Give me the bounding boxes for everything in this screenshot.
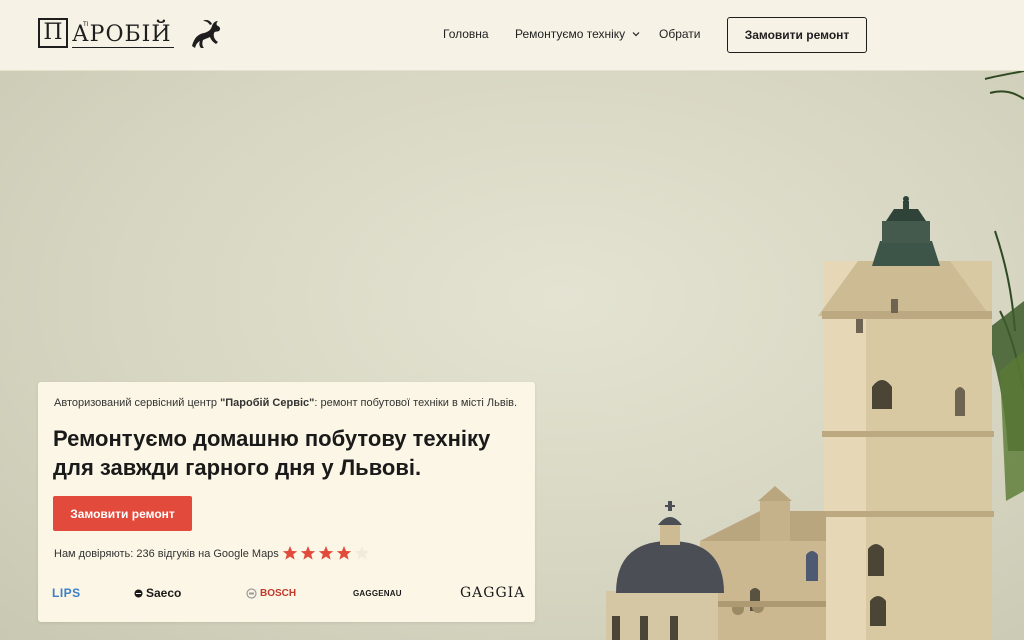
logo-wordmark: АРОБІЙ xyxy=(72,22,174,48)
hero-title: Ремонтуємо домашню побутову техніку для … xyxy=(53,426,491,480)
brand-gaggenau-logo: GAGGENAU xyxy=(353,588,402,598)
goat-logo-icon xyxy=(192,20,221,48)
hero-subtitle: Авторизований сервісний центр "Паробій С… xyxy=(54,397,517,409)
brand-philips-logo: LIPS xyxy=(52,586,81,600)
bosch-mark-icon xyxy=(246,587,257,599)
order-repair-button[interactable]: Замовити ремонт xyxy=(53,496,192,531)
star-filled-icon xyxy=(336,546,352,560)
hero-subtitle-brand: "Паробій Сервіс" xyxy=(220,397,315,409)
hero-card: Авторизований сервісний центр "Паробій С… xyxy=(38,382,535,622)
brand-bosch-logo: BOSCH xyxy=(246,582,296,604)
star-empty-icon xyxy=(354,546,370,560)
brand-logos: LIPS Saeco BOSCH GAGGENAU GAGGIA xyxy=(52,582,526,604)
star-filled-icon xyxy=(318,546,334,560)
logo-letter-box: П xyxy=(38,18,68,48)
saeco-mark-icon xyxy=(134,589,143,597)
order-repair-header-button[interactable]: Замовити ремонт xyxy=(727,17,867,53)
nav-repair-label: Ремонтуємо техніку xyxy=(515,27,626,41)
nav-home[interactable]: Головна xyxy=(443,27,489,41)
brand-saeco-logo: Saeco xyxy=(134,582,181,604)
hero-subtitle-suffix: : ремонт побутової техніки в місті Львів… xyxy=(314,397,518,409)
hero-subtitle-prefix: Авторизований сервісний центр xyxy=(54,397,221,409)
site-header: П ТІ АРОБІЙ Головна Ремонтуємо техніку О… xyxy=(0,0,1024,71)
brand-gaggia-logo: GAGGIA xyxy=(460,585,526,601)
star-filled-icon xyxy=(300,546,316,560)
brand-bosch-label: BOSCH xyxy=(260,587,297,599)
nav-repair-dropdown[interactable]: Ремонтуємо техніку xyxy=(515,27,641,41)
logo[interactable]: П ТІ АРОБІЙ xyxy=(38,16,228,54)
chevron-down-icon xyxy=(632,32,640,37)
brand-saeco-label: Saeco xyxy=(146,586,182,600)
rating-stars xyxy=(282,545,372,561)
logo-letter: П xyxy=(43,20,63,45)
star-filled-icon xyxy=(282,546,298,560)
nav-favorites[interactable]: Обрати xyxy=(659,27,701,41)
reviews-text[interactable]: Нам довіряють: 236 відгуків на Google Ma… xyxy=(54,548,279,560)
